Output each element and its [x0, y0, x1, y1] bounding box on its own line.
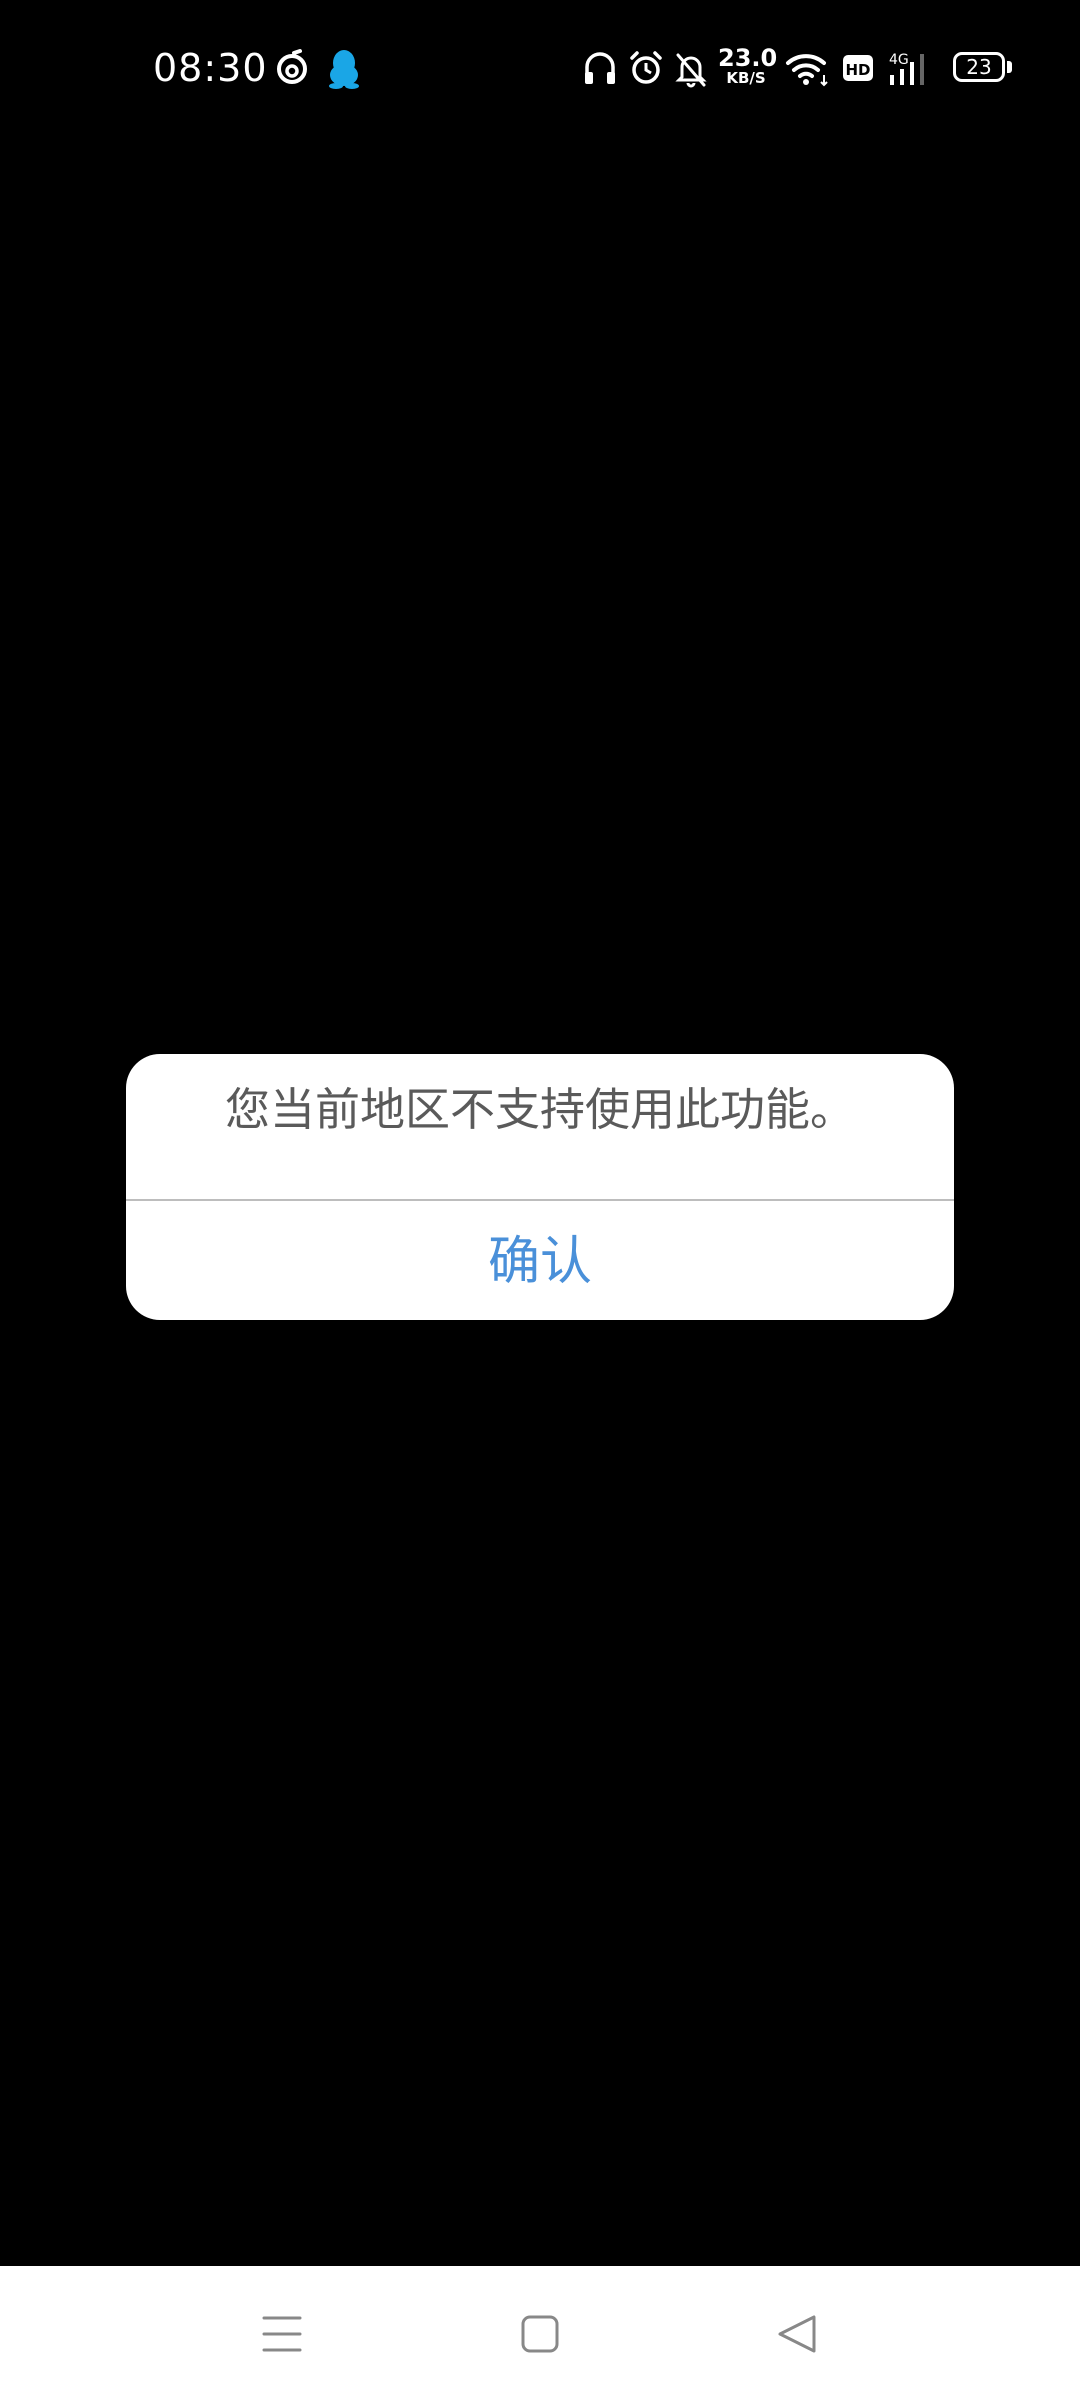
- net-speed: 23.0 KB/S: [718, 44, 778, 87]
- headphones-icon: [582, 45, 618, 91]
- back-icon[interactable]: [758, 2294, 838, 2374]
- home-icon[interactable]: [500, 2294, 580, 2374]
- alarm-icon: [628, 45, 664, 91]
- network-type: 4G: [889, 52, 909, 68]
- hd-icon: HD: [842, 45, 874, 91]
- cellular-signal-icon: 4G: [886, 45, 934, 91]
- status-time: 08:30: [153, 46, 268, 90]
- navigation-bar: [0, 2266, 1080, 2400]
- battery-icon: 23: [953, 52, 1005, 82]
- qq-icon: [326, 45, 362, 91]
- dialog-message: 您当前地区不支持使用此功能。: [224, 1083, 855, 1136]
- screen: 08:30 23.0 KB/S HD 4G 23 您当前地区不支持使用此功能。 …: [0, 0, 1080, 2400]
- hd-label: HD: [845, 61, 870, 79]
- net-speed-unit: KB/S: [726, 69, 766, 87]
- confirm-button[interactable]: 确认: [126, 1201, 954, 1320]
- status-bar: 08:30 23.0 KB/S HD 4G 23: [0, 0, 1080, 130]
- netease-music-icon: [272, 45, 312, 91]
- bell-off-icon: [674, 45, 708, 91]
- battery-tip: [1007, 61, 1012, 73]
- net-speed-value: 23.0: [718, 44, 778, 72]
- wifi-icon: [784, 45, 830, 91]
- alert-dialog: 您当前地区不支持使用此功能。 确认: [126, 1054, 954, 1320]
- menu-icon[interactable]: [242, 2294, 322, 2374]
